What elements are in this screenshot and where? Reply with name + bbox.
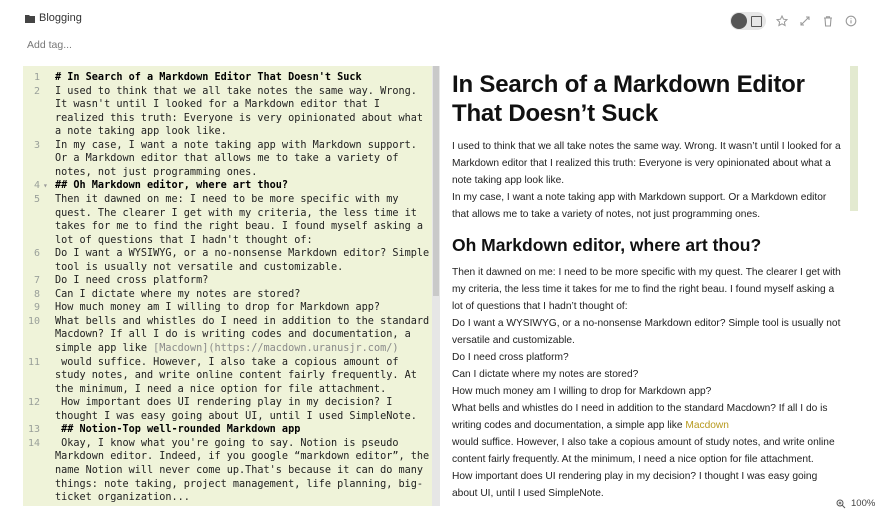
preview-line: that allows me to take a variety of note… [452,209,761,220]
editor-text: simple app like [Macdown](https://macdow… [55,343,399,354]
preview-title: In Search of a Markdown Editor That Doesn… [452,70,844,128]
editor-text: Do I need cross platform? [55,275,209,287]
macdown-link[interactable]: Macdown [685,420,729,431]
line-number: 6 [33,248,40,260]
markdown-editor[interactable]: 1 # In Search of a Markdown Editor That D… [23,66,440,506]
preview-title-line: That Doesn’t Suck [452,100,658,127]
editor-heading-text: ## Oh Markdown editor, where art thou? [55,180,289,192]
line-number: 4 [33,180,40,192]
view-mode-toggle[interactable] [730,12,766,30]
preview-paragraph: I used to think that we all take notes t… [452,138,844,223]
editor-text: Do I want a WYSIWYG, or a no-nonsense Ma… [55,248,430,260]
editor-text: study notes, and write online content fa… [55,370,417,382]
line-number: 10 [27,315,40,327]
preview-line: What bells and whistles do I need in add… [452,403,828,414]
editor-text: Markdown editor. Indeed, if you google “… [55,451,430,463]
editor-text: What bells and whistles do I need in add… [55,315,430,327]
preview-line: would suffice. However, I also take a co… [452,437,835,448]
split-view-icon [751,16,762,27]
trash-icon[interactable] [818,11,838,31]
preview-line: Can I dictate where my notes are stored? [452,369,639,380]
editor-text: a note taking app look like. [55,126,227,138]
line-number: 3 [33,139,40,151]
zoom-level: 100% [851,498,876,509]
line-number: 8 [33,288,40,300]
notebook-name: Blogging [39,12,82,24]
editor-text: the minimum, I need a nice option for fi… [55,383,387,395]
preview-paragraph: would suffice. However, I also take a co… [452,434,844,502]
editor-text: takes for me to find the right beau. I f… [55,221,424,233]
line-number: 14 [27,437,40,449]
preview-paragraph: Then it dawned on me: I need to be more … [452,264,844,417]
add-tag-input[interactable]: Add tag... [27,39,72,51]
line-number: 1 [33,72,40,83]
editor-text: lot of questions that I hadn't thought o… [55,234,313,246]
editor-text: quest. The clearer I get with my criteri… [55,207,417,219]
preview-line: How much money am I willing to drop for … [452,386,712,397]
editor-text: Or a Markdown editor that allows me to t… [55,153,399,165]
editor-text: In my case, I want a note taking app wit… [55,139,417,151]
preview-line: writing codes and documentation, a simpl… [452,417,844,434]
preview-line: Do I want a WYSIWYG, or a no-nonsense Ma… [452,318,841,329]
editor-text: tool is usually not versatile and custom… [55,261,344,273]
preview-title-line: In Search of a Markdown Editor [452,71,805,98]
line-number: 12 [27,397,40,409]
editor-link-text[interactable]: [Macdown](https://macdown.uranusjr.com/) [153,343,398,354]
editor-scrollbar-thumb[interactable] [433,66,439,296]
preview-line: my criteria, the less time it takes for … [452,284,835,295]
preview-line: about UI, until I used SimpleNote. [452,488,604,499]
editor-text: Can I dictate where my notes are stored? [55,288,301,300]
editor-text: would suffice. However, I also take a co… [55,356,399,368]
line-number: 11 [27,356,40,368]
editor-text: Macdown? If all I do is writing codes an… [55,329,411,341]
preview-text: writing codes and documentation, a simpl… [452,420,686,431]
folder-icon [25,14,35,23]
editor-text: It wasn't until I looked for a Markdown … [55,99,381,111]
editor-text: How important does UI rendering play in … [55,397,393,409]
editor-scrollbar[interactable] [432,66,440,506]
markdown-preview: In Search of a Markdown Editor That Doesn… [452,70,844,510]
line-number: 13 [27,424,40,436]
editor-text: Okay, I know what you're going to say. N… [55,437,399,449]
editor-text: realized this truth: Everyone is very op… [55,112,424,124]
preview-line: Then it dawned on me: I need to be more … [452,267,841,278]
preview-scrollbar[interactable] [850,66,858,211]
zoom-indicator[interactable]: 100% [836,498,875,509]
zoom-icon [836,499,846,508]
line-number: 9 [33,302,40,314]
editor-text: things: note taking, project management,… [55,478,424,490]
editor-text: I used to think that we all take notes t… [55,85,417,97]
preview-line: How important does UI rendering play in … [452,471,818,482]
preview-line: versatile and customizable. [452,335,575,346]
preview-line: Do I need cross platform? [452,352,569,363]
info-icon[interactable] [841,11,861,31]
preview-line: In my case, I want a note taking app wit… [452,192,827,203]
line-number: 7 [33,275,40,287]
notebook-selector[interactable]: Blogging [25,12,82,24]
editor-text: Then it dawned on me: I need to be more … [55,193,399,205]
editor-text: ticket organization... [55,492,190,504]
editor-text: thought I was easy going about UI, until… [55,410,417,422]
preview-line: Markdown editor that I realized this tru… [452,158,831,169]
expand-icon[interactable] [795,11,815,31]
preview-line: I used to think that we all take notes t… [452,141,841,152]
editor-text: notes, not just programming ones. [55,166,258,178]
star-icon[interactable] [772,11,792,31]
editor-heading-text: # In Search of a Markdown Editor That Do… [55,72,362,83]
editor-heading-text: ## Notion-Top well-rounded Markdown app [55,424,301,436]
preview-line: content fairly frequently. At the minimu… [452,454,814,465]
line-number: 5 [33,193,40,205]
preview-line: note taking app look like. [452,175,565,186]
note-toolbar: Blogging Add tag... [0,0,880,60]
line-number: 2 [33,85,40,97]
editor-text: How much money am I willing to drop for … [55,302,381,314]
editor-text: name Notion will never come up.That's be… [55,464,424,476]
preview-line: lot of questions that I hadn’t thought o… [452,301,628,312]
preview-heading: Oh Markdown editor, where art thou? [452,235,762,255]
fold-chevron-icon[interactable]: ▾ [43,179,48,192]
